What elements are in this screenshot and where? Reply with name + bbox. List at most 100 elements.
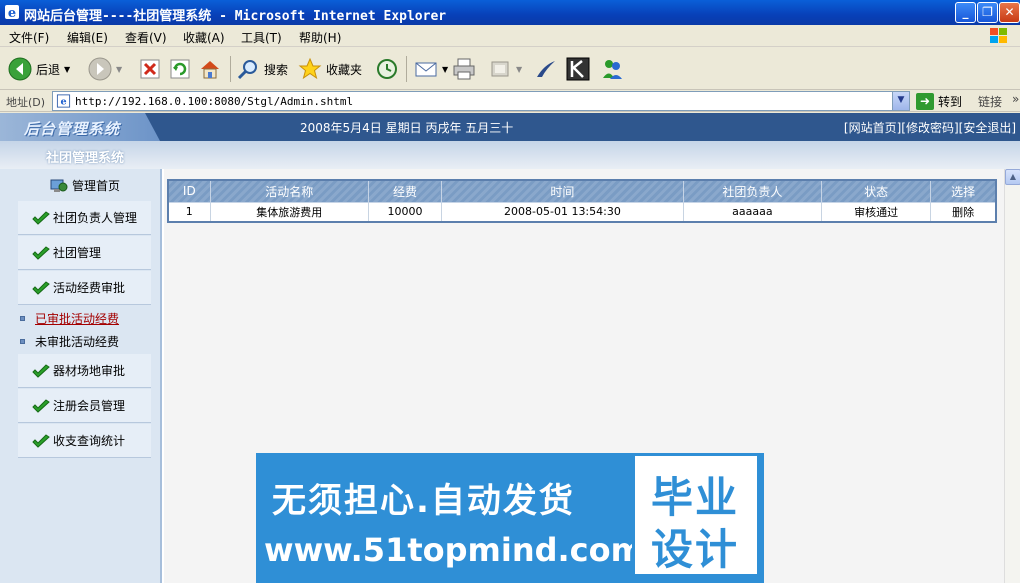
window-titlebar: e 网站后台管理----社团管理系统 - Microsoft Internet … [0, 0, 1020, 25]
stop-button[interactable] [138, 55, 162, 83]
sidebar-item-label: 社团管理 [53, 246, 102, 260]
banner-slogan: 无须担心.自动发货 [272, 481, 575, 521]
links-more-icon[interactable]: » [1012, 92, 1019, 106]
banner-url: www.51topmind.com [264, 531, 644, 569]
column-header-select: 选择 [930, 179, 997, 203]
forward-button[interactable]: ▼ [88, 55, 122, 83]
edit-icon [491, 61, 509, 77]
back-button[interactable]: 后退 ▼ [8, 55, 70, 83]
funds-table: ID 活动名称 经费 时间 社团负责人 状态 选择 1 集体旅游费用 10000… [167, 179, 997, 223]
favorites-label: 收藏夹 [326, 62, 363, 77]
sidebar-item-club-manage[interactable]: 社团管理 [18, 236, 151, 270]
vertical-scrollbar[interactable]: ▲ [1004, 169, 1020, 583]
home-icon [201, 61, 219, 79]
star-icon [298, 57, 322, 80]
favorites-button[interactable]: 收藏夹 [298, 55, 362, 83]
column-header-status: 状态 [821, 179, 932, 203]
menu-favorites[interactable]: 收藏(A) [183, 29, 225, 46]
discuss-icon [537, 61, 555, 77]
cell-status: 审核通过 [821, 201, 932, 223]
ie-icon: e [5, 5, 19, 20]
delete-link[interactable]: 删除 [930, 201, 997, 223]
home-button[interactable] [198, 55, 222, 83]
toolbar-separator [406, 56, 407, 82]
print-button[interactable] [452, 55, 476, 83]
column-header-id: ID [167, 179, 211, 203]
sidebar-item-member-manage[interactable]: 注册会员管理 [18, 389, 151, 423]
go-button[interactable]: ➜ 转到 [916, 91, 962, 111]
menu-tools[interactable]: 工具(T) [241, 29, 282, 46]
edit-button[interactable]: ▼ [488, 55, 522, 83]
green-arrow-icon [32, 398, 50, 413]
address-dropdown-chevron-icon[interactable]: ▼ [892, 92, 909, 110]
discuss-button[interactable] [534, 55, 558, 83]
sidebar-item-leader-manage[interactable]: 社团负责人管理 [18, 201, 151, 235]
dropdown-icon[interactable]: ▼ [64, 65, 70, 74]
toolbar-separator [230, 56, 231, 82]
sidebar-home[interactable]: 管理首页 [50, 177, 120, 194]
address-bar: 地址(D) e http://192.168.0.100:8080/Stgl/A… [0, 90, 1020, 112]
sidebar-item-equipment-approval[interactable]: 器材场地审批 [18, 354, 151, 388]
banner-left: 无须担心.自动发货 www.51topmind.com [256, 453, 644, 583]
links-button[interactable]: 链接 » [978, 92, 1019, 110]
go-label: 转到 [938, 94, 963, 109]
sidebar-item-finance-stats[interactable]: 收支查询统计 [18, 424, 151, 458]
scroll-up-icon[interactable]: ▲ [1005, 169, 1020, 185]
dropdown-icon[interactable]: ▼ [516, 65, 522, 74]
sidebar-sub-approved-funds[interactable]: 已审批活动经费 [20, 310, 119, 327]
green-arrow-icon [32, 363, 50, 378]
header-links[interactable]: [网站首页][修改密码][安全退出] [844, 119, 1016, 136]
sidebar-sub-unapproved-funds[interactable]: 未审批活动经费 [20, 333, 119, 350]
links-label: 链接 [978, 95, 1003, 109]
maximize-button[interactable]: ❐ [977, 2, 998, 23]
sidebar-item-fund-approval[interactable]: 活动经费审批 [18, 271, 151, 305]
column-header-leader: 社团负责人 [682, 179, 823, 203]
green-arrow-icon [32, 245, 50, 260]
search-button[interactable]: 搜索 [236, 55, 288, 83]
close-button[interactable]: ✕ [999, 2, 1020, 23]
sidebar-home-label: 管理首页 [72, 179, 121, 193]
menu-help[interactable]: 帮助(H) [299, 29, 341, 46]
cell-id: 1 [167, 201, 211, 223]
column-header-fund: 经费 [367, 179, 443, 203]
address-label: 地址(D) [6, 96, 46, 109]
page-icon: e [56, 94, 71, 108]
messenger-button[interactable] [600, 55, 624, 83]
mail-button[interactable]: ▼ [414, 55, 448, 83]
address-input[interactable]: e http://192.168.0.100:8080/Stgl/Admin.s… [52, 91, 910, 111]
sidebar-item-label: 注册会员管理 [53, 399, 126, 413]
bullet-icon [20, 316, 25, 321]
site-header: 后台管理系统 2008年5月4日 星期日 丙戌年 五月三十 [网站首页][修改密… [0, 113, 1020, 141]
menu-file[interactable]: 文件(F) [9, 29, 49, 46]
menu-bar: 文件(F) 编辑(E) 查看(V) 收藏(A) 工具(T) 帮助(H) [0, 25, 1020, 47]
green-arrow-icon [32, 210, 50, 225]
cell-fund: 10000 [367, 201, 443, 223]
k-button[interactable] [566, 55, 590, 83]
messenger-icon [603, 60, 622, 79]
column-header-time: 时间 [441, 179, 684, 203]
svg-text:e: e [8, 6, 16, 20]
banner-right: 毕业 设计 [632, 453, 760, 577]
sidebar-item-label: 器材场地审批 [53, 364, 126, 378]
history-button[interactable] [375, 55, 399, 83]
forward-arrow-icon [88, 57, 112, 81]
sidebar: 管理首页 社团负责人管理 社团管理 活动经费审批 已审批活动经费 未审批活动经费… [0, 169, 162, 583]
windows-logo-icon [990, 28, 1007, 43]
back-arrow-icon [8, 57, 32, 81]
minimize-button[interactable]: _ [955, 2, 976, 23]
sub-header: 社团管理系统 [0, 141, 1020, 169]
dropdown-icon[interactable]: ▼ [116, 65, 122, 74]
menu-edit[interactable]: 编辑(E) [67, 29, 108, 46]
mail-icon [415, 62, 437, 77]
sidebar-sub-label: 已审批活动经费 [35, 312, 120, 326]
sidebar-sub-label: 未审批活动经费 [35, 335, 120, 349]
search-label: 搜索 [264, 62, 289, 77]
menu-view[interactable]: 查看(V) [125, 29, 167, 46]
refresh-button[interactable] [168, 55, 192, 83]
cell-leader: aaaaaa [682, 201, 823, 223]
green-arrow-icon [32, 433, 50, 448]
watermark-banner: 无须担心.自动发货 www.51topmind.com 毕业 设计 [256, 453, 764, 583]
bullet-icon [20, 339, 25, 344]
dropdown-icon[interactable]: ▼ [442, 65, 448, 74]
back-label: 后退 [36, 62, 61, 77]
